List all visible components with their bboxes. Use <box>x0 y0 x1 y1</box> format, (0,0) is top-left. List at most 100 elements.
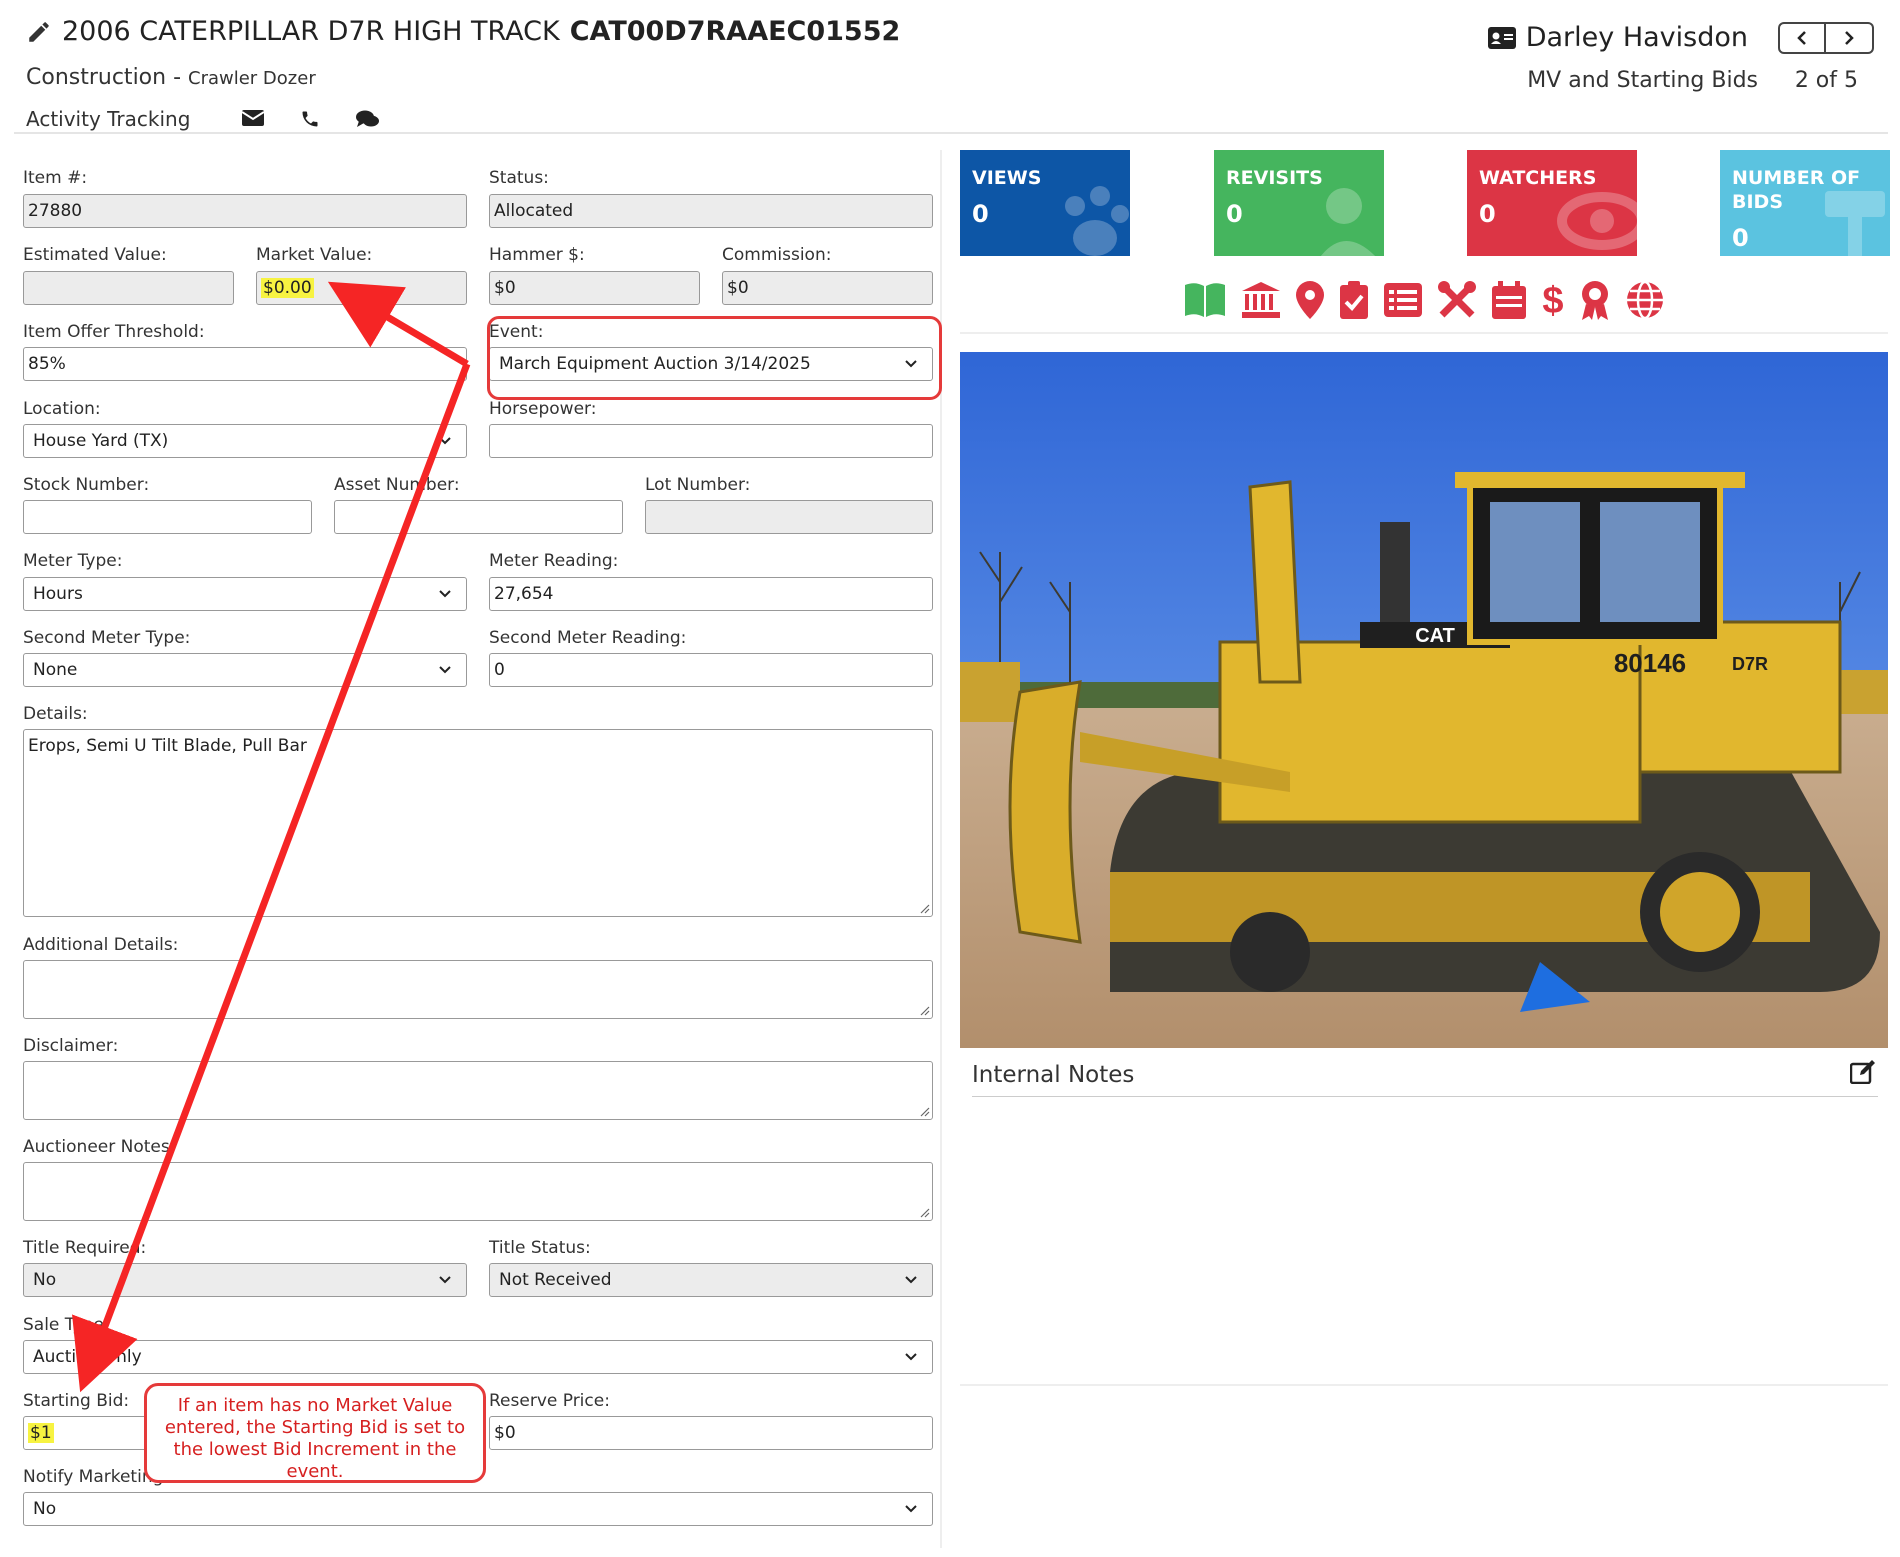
title-required-label: Title Required: <box>23 1238 147 1258</box>
bids-label-line1: NUMBER OF <box>1732 167 1861 189</box>
status-field[interactable]: Allocated <box>489 194 933 228</box>
bids-tile: NUMBER OF BIDS 0 <box>1720 150 1890 256</box>
award-icon[interactable] <box>1579 279 1611 321</box>
resize-grip-icon[interactable] <box>918 1105 930 1117</box>
disclaimer-label: Disclaimer: <box>23 1036 119 1056</box>
edit-icon[interactable] <box>1850 1060 1876 1084</box>
previous-button[interactable] <box>1778 22 1826 54</box>
stock-number-field[interactable] <box>23 500 312 534</box>
commission-label: Commission: <box>722 245 832 265</box>
additional-details-textarea[interactable] <box>23 960 933 1019</box>
page-title: 2006 CATERPILLAR D7R HIGH TRACK CAT00D7R… <box>26 16 900 47</box>
title-status-value: Not Received <box>499 1270 612 1290</box>
chevron-left-icon <box>1797 31 1806 45</box>
resize-grip-icon[interactable] <box>918 902 930 914</box>
notes-divider <box>972 1096 1878 1097</box>
chevron-down-icon <box>439 437 451 445</box>
chevron-down-icon <box>439 1276 451 1284</box>
globe-icon[interactable] <box>1625 280 1665 320</box>
item-number-value: 27880 <box>28 201 83 221</box>
book-icon[interactable] <box>1183 281 1227 319</box>
paw-icon <box>1065 186 1129 256</box>
horsepower-field[interactable] <box>489 424 933 458</box>
pager-count: 2 of 5 <box>1794 68 1858 93</box>
dollar-icon[interactable]: $ <box>1541 279 1565 321</box>
chevron-down-icon <box>439 666 451 674</box>
meter-type-select[interactable]: Hours <box>23 577 467 611</box>
second-meter-type-select[interactable]: None <box>23 653 467 687</box>
commission-field[interactable]: $0 <box>722 271 933 305</box>
item-photo[interactable]: CAT D7R 80146 <box>960 352 1888 1048</box>
location-value: House Yard (TX) <box>33 431 169 451</box>
item-number-label: Item #: <box>23 168 88 188</box>
hammer-field[interactable]: $0 <box>489 271 700 305</box>
reserve-price-value: $0 <box>494 1423 516 1443</box>
starting-bid-value: $1 <box>28 1423 54 1443</box>
market-value-field[interactable]: $0.00 <box>256 271 467 305</box>
estimated-value-label: Estimated Value: <box>23 245 167 265</box>
bids-label-line2: BIDS <box>1732 191 1784 213</box>
reserve-price-label: Reserve Price: <box>489 1391 610 1411</box>
subcategory: Crawler Dozer <box>188 68 316 89</box>
location-select[interactable]: House Yard (TX) <box>23 424 467 458</box>
asset-number-label: Asset Number: <box>334 475 460 495</box>
tools-icon[interactable] <box>1437 280 1477 320</box>
views-tile: VIEWS 0 <box>960 150 1130 256</box>
second-meter-type-label: Second Meter Type: <box>23 628 191 648</box>
watchers-count: 0 <box>1479 200 1496 228</box>
item-number-field[interactable]: 27880 <box>23 194 467 228</box>
estimated-value-field[interactable] <box>23 271 234 305</box>
details-textarea[interactable]: Erops, Semi U Tilt Blade, Pull Bar <box>23 729 933 917</box>
location-label: Location: <box>23 399 101 419</box>
title-status-label: Title Status: <box>489 1238 591 1258</box>
second-meter-reading-value: 0 <box>494 660 505 680</box>
map-marker-icon[interactable] <box>1295 280 1325 320</box>
comments-icon[interactable] <box>356 109 380 129</box>
section-title: MV and Starting Bids <box>1527 68 1758 93</box>
id-card-icon <box>1487 26 1516 49</box>
notify-marketing-value: No <box>33 1499 57 1519</box>
item-serial: CAT00D7RAAEC01552 <box>569 16 901 47</box>
lot-number-label: Lot Number: <box>645 475 751 495</box>
title-required-value: No <box>33 1270 57 1290</box>
meter-type-value: Hours <box>33 584 83 604</box>
phone-icon[interactable] <box>300 109 320 129</box>
pencil-icon[interactable] <box>26 19 52 45</box>
reserve-price-field[interactable]: $0 <box>489 1416 933 1450</box>
views-count: 0 <box>972 200 989 228</box>
svg-text:80146: 80146 <box>1614 648 1686 678</box>
resize-grip-icon[interactable] <box>918 1206 930 1218</box>
title-required-select[interactable]: No <box>23 1263 467 1297</box>
internal-notes-title: Internal Notes <box>972 1062 1135 1088</box>
list-icon[interactable] <box>1383 282 1423 318</box>
horsepower-label: Horsepower: <box>489 399 597 419</box>
notify-marketing-select[interactable]: No <box>23 1492 933 1526</box>
activity-tracking: Activity Tracking <box>26 107 380 131</box>
event-highlight-box <box>487 316 942 400</box>
next-button[interactable] <box>1826 22 1874 54</box>
asset-number-field[interactable] <box>334 500 623 534</box>
svg-text:CAT: CAT <box>1415 625 1455 647</box>
bulldozer-image: CAT D7R 80146 <box>960 352 1888 1048</box>
bank-icon[interactable] <box>1241 281 1281 319</box>
envelope-icon[interactable] <box>242 109 265 127</box>
sale-type-select[interactable]: Auction Only <box>23 1340 933 1374</box>
item-pager-buttons <box>1778 22 1874 54</box>
meter-reading-field[interactable]: 27,654 <box>489 577 933 611</box>
lot-number-field[interactable] <box>645 500 933 534</box>
user-name: Darley Havisdon <box>1525 22 1748 53</box>
details-label: Details: <box>23 704 88 724</box>
meter-reading-value: 27,654 <box>494 584 554 604</box>
auctioneer-notes-textarea[interactable] <box>23 1162 933 1221</box>
additional-details-label: Additional Details: <box>23 935 179 955</box>
disclaimer-textarea[interactable] <box>23 1061 933 1120</box>
second-meter-reading-field[interactable]: 0 <box>489 653 933 687</box>
commission-value: $0 <box>727 278 749 298</box>
title-status-select[interactable]: Not Received <box>489 1263 933 1297</box>
item-title: 2006 CATERPILLAR D7R HIGH TRACK <box>62 16 560 47</box>
calendar-icon[interactable] <box>1491 280 1527 320</box>
clipboard-check-icon[interactable] <box>1339 280 1369 320</box>
internal-notes-panel: Internal Notes <box>960 1050 1888 1386</box>
resize-grip-icon[interactable] <box>918 1004 930 1016</box>
offer-threshold-field[interactable]: 85% <box>23 347 467 381</box>
